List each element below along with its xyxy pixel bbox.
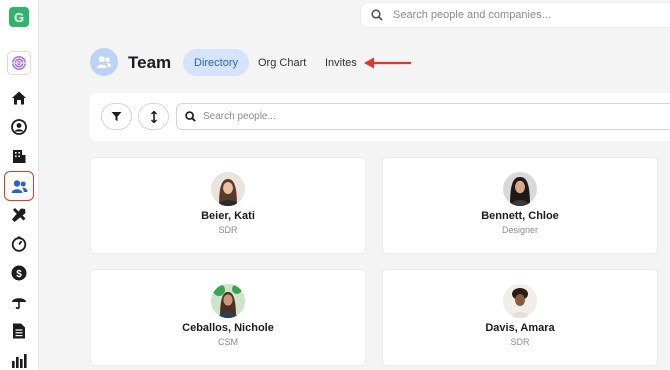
umbrella-icon xyxy=(12,298,26,310)
user-circle-icon xyxy=(11,119,27,135)
person-name: Davis, Amara xyxy=(485,322,555,334)
tools-icon xyxy=(12,208,26,222)
team-icon xyxy=(11,179,27,193)
sort-icon xyxy=(150,110,157,123)
global-search-input[interactable]: Search people and companies... xyxy=(360,2,670,28)
nav-profile[interactable] xyxy=(8,116,30,138)
team-avatar xyxy=(90,48,118,76)
avatar xyxy=(503,284,537,318)
nav-team[interactable] xyxy=(4,171,34,201)
person-role: SDR xyxy=(510,337,530,347)
nav-goals[interactable] xyxy=(8,233,30,255)
document-icon xyxy=(13,323,25,339)
dollar-icon: $ xyxy=(11,265,27,281)
nav-tools[interactable] xyxy=(8,204,30,226)
person-role: CSM xyxy=(218,337,238,347)
people-search-placeholder: Search people... xyxy=(203,111,276,122)
gauge-icon xyxy=(11,236,27,252)
tab-directory[interactable]: Directory xyxy=(183,49,250,76)
person-card[interactable]: Beier, Kati SDR xyxy=(90,157,366,254)
nav-benefits[interactable] xyxy=(8,291,30,313)
avatar xyxy=(211,172,245,206)
app-logo[interactable]: G xyxy=(9,7,29,27)
annotation-arrow xyxy=(364,57,411,69)
person-name: Ceballos, Nichole xyxy=(182,322,274,334)
home-icon xyxy=(12,91,26,105)
people-search-input[interactable]: Search people... xyxy=(176,103,670,130)
filter-button[interactable] xyxy=(101,103,132,130)
team-icon xyxy=(96,56,112,69)
nav-documents[interactable] xyxy=(8,320,30,342)
workspace-globe-icon xyxy=(12,56,26,70)
search-icon xyxy=(371,9,383,21)
nav-companies[interactable] xyxy=(8,145,30,167)
person-name: Bennett, Chloe xyxy=(481,210,559,222)
nav-compensation[interactable]: $ xyxy=(8,262,30,284)
avatar xyxy=(211,284,245,318)
svg-text:$: $ xyxy=(16,269,22,280)
search-icon xyxy=(185,111,196,122)
nav-home[interactable] xyxy=(8,87,30,109)
sort-button[interactable] xyxy=(138,103,169,130)
tab-invites[interactable]: Invites xyxy=(325,49,357,76)
tab-org-chart[interactable]: Org Chart xyxy=(258,49,306,76)
sidebar: G $ xyxy=(0,0,39,370)
nav-reports[interactable] xyxy=(8,349,30,370)
bar-chart-icon xyxy=(12,354,27,368)
filter-bar: Search people... xyxy=(90,93,670,141)
person-card[interactable]: Ceballos, Nichole CSM xyxy=(90,269,366,366)
workspace-switcher[interactable] xyxy=(7,51,31,75)
person-name: Beier, Kati xyxy=(201,210,255,222)
building-icon xyxy=(13,150,26,163)
page-title: Team xyxy=(128,53,172,72)
person-card[interactable]: Bennett, Chloe Designer xyxy=(382,157,658,254)
avatar xyxy=(503,172,537,206)
person-role: Designer xyxy=(501,225,539,235)
person-role: SDR xyxy=(218,225,238,235)
person-card[interactable]: Davis, Amara SDR xyxy=(382,269,658,366)
global-search-placeholder: Search people and companies... xyxy=(393,9,551,21)
filter-icon xyxy=(111,112,122,121)
